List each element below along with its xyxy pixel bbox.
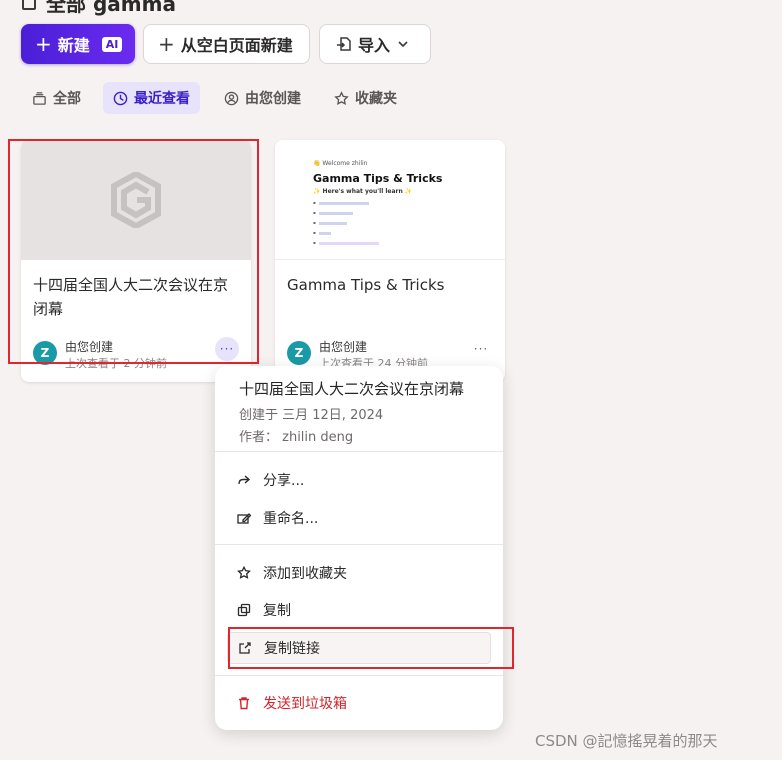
tab-all[interactable]: 全部 (22, 82, 91, 114)
thumb-heading: Gamma Tips & Tricks (313, 172, 443, 185)
watermark: CSDN @記憶搖晃着的那天 (535, 732, 718, 750)
tab-favorites[interactable]: 收藏夹 (324, 82, 407, 114)
menu-item-duplicate[interactable]: 复制 (227, 594, 491, 626)
copy-link-icon (239, 642, 251, 654)
menu-created-date: 创建于 三月 12日, 2024 (239, 408, 384, 423)
clock-icon (113, 91, 128, 105)
menu-divider (215, 544, 503, 545)
menu-item-share[interactable]: 分享... (227, 464, 491, 496)
ai-badge: AI (101, 36, 123, 52)
more-horizontal-icon: ··· (219, 342, 235, 356)
plus-icon: + (35, 32, 52, 56)
menu-item-add-favorite[interactable]: 添加到收藏夹 (227, 557, 491, 589)
gamma-logo-icon (111, 172, 161, 228)
card-title: Gamma Tips & Tricks (287, 276, 445, 294)
menu-author: 作者： zhilin deng (239, 430, 354, 445)
duplicate-icon (237, 603, 251, 617)
folder-icon (22, 0, 36, 10)
more-options-button[interactable]: ··· (215, 337, 239, 361)
import-button[interactable]: 导入 (319, 24, 431, 64)
user-circle-icon (224, 91, 239, 105)
page-title: 全部 gamma (22, 0, 176, 17)
thumb-subheading: ✨ Here's what you'll learn ✨ (313, 188, 413, 195)
document-card[interactable]: 👋 Welcome zhilin Gamma Tips & Tricks ✨ H… (275, 140, 505, 382)
menu-item-trash[interactable]: 发送到垃圾箱 (227, 687, 491, 719)
menu-doc-title: 十四届全国人大二次会议在京闭幕 (239, 380, 465, 398)
card-title: 十四届全国人大二次会议在京闭幕 (33, 276, 229, 318)
document-card[interactable]: 十四届全国人大二次会议在京闭幕 Z 由您创建 上次查看于 2 分钟前 ··· (21, 140, 251, 382)
tab-recent[interactable]: 最近查看 (103, 82, 200, 114)
star-icon (237, 566, 251, 579)
thumb-line: ▪ (313, 230, 331, 235)
card-last-viewed: 上次查看于 2 分钟前 (65, 357, 167, 370)
chevron-down-icon (398, 41, 408, 48)
import-icon (337, 37, 351, 51)
card-creator: 由您创建 (65, 340, 114, 354)
menu-item-copy-link[interactable]: 复制链接 (227, 632, 491, 664)
stack-icon (33, 91, 46, 105)
rename-icon (237, 513, 251, 524)
avatar: Z (33, 341, 57, 365)
plus-icon: + (158, 32, 175, 56)
menu-divider (215, 675, 503, 676)
more-options-button[interactable]: ··· (469, 337, 493, 361)
trash-icon (239, 697, 249, 710)
more-horizontal-icon: ··· (473, 342, 489, 356)
card-creator: 由您创建 (319, 340, 368, 354)
avatar: Z (287, 341, 311, 365)
thumb-greeting: 👋 Welcome zhilin (313, 160, 368, 167)
share-arrow-icon (238, 475, 251, 485)
thumb-line: ▪ (313, 200, 369, 205)
thumb-line: ▪ (313, 220, 347, 225)
thumb-line: ▪ (313, 240, 379, 245)
thumb-line: ▪ (313, 210, 353, 215)
context-menu: 十四届全国人大二次会议在京闭幕 创建于 三月 12日, 2024 作者： zhi… (215, 366, 503, 730)
menu-divider (215, 451, 503, 452)
card-thumbnail (21, 140, 251, 260)
tab-created-by-you[interactable]: 由您创建 (214, 82, 311, 114)
menu-item-rename[interactable]: 重命名... (227, 502, 491, 534)
new-blank-button[interactable]: + 从空白页面新建 (143, 24, 310, 64)
star-icon (334, 90, 349, 105)
card-thumbnail: 👋 Welcome zhilin Gamma Tips & Tricks ✨ H… (275, 140, 505, 260)
new-ai-button[interactable]: + 新建 AI (21, 24, 135, 64)
